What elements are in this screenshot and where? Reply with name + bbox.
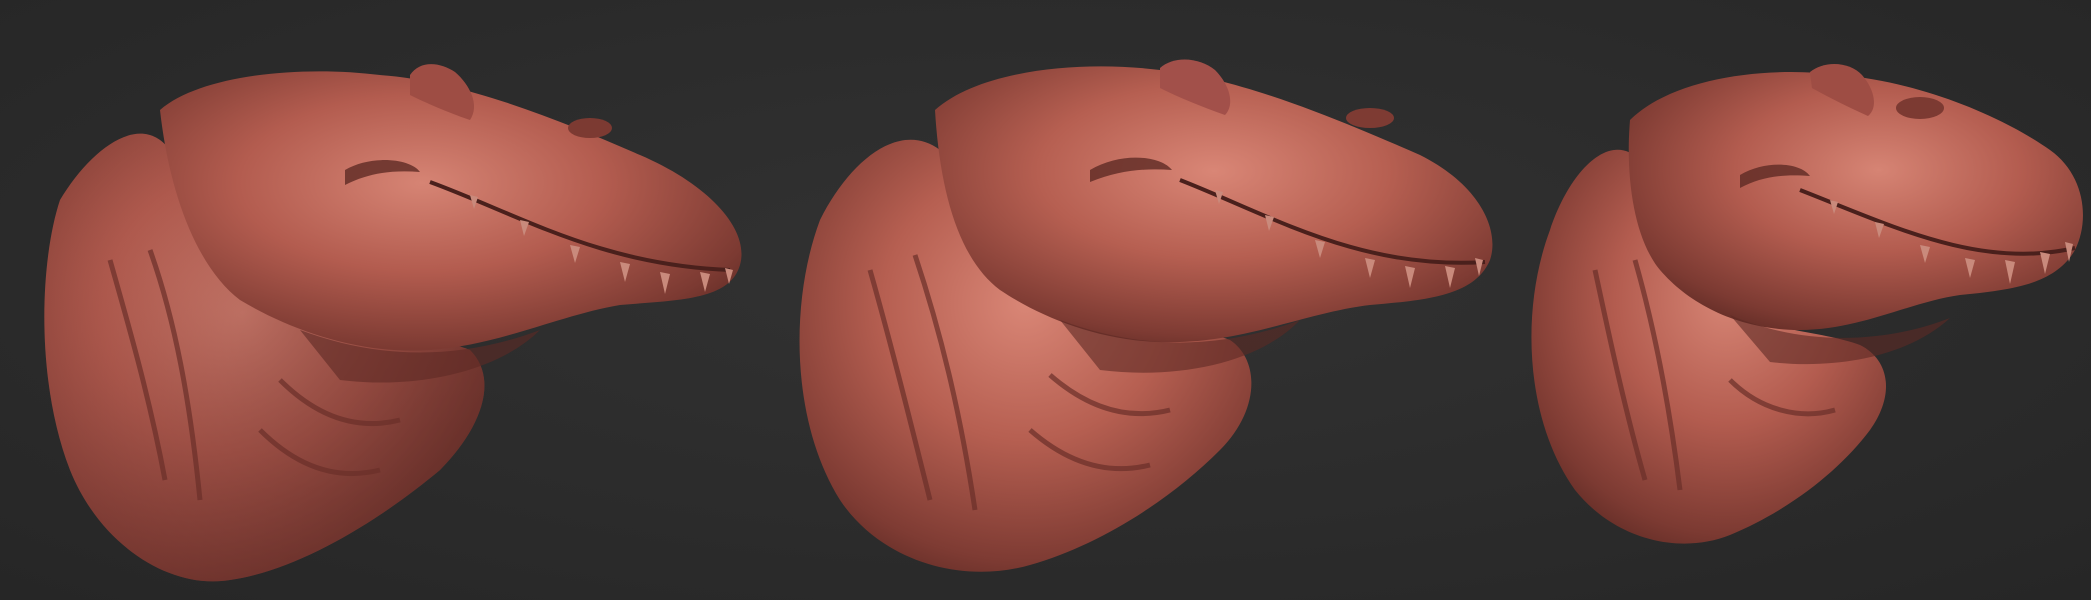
sculpt-viewport <box>0 0 2091 600</box>
trex-head-mesh <box>799 59 1493 572</box>
trex-sculpt-render-1 <box>0 0 760 600</box>
trex-sculpt-render-2 <box>760 0 1500 600</box>
trex-sculpt-render-3 <box>1500 0 2091 600</box>
trex-head-mesh <box>1531 64 2083 544</box>
trex-head-mesh <box>44 64 742 582</box>
